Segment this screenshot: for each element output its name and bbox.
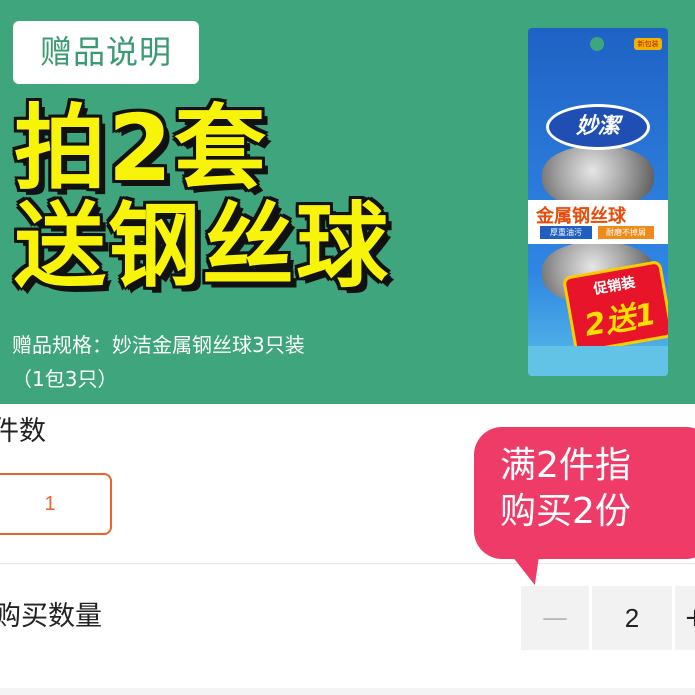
promo-headline-line1: 拍2套 — [14, 95, 269, 202]
quantity-value[interactable]: 2 — [592, 586, 672, 650]
pack-feature-tag: 耐磨不掉屑 — [598, 226, 654, 239]
decrease-button[interactable]: — — [521, 586, 589, 650]
pack-title-band: 金属钢丝球 厚重油污 耐磨不掉屑 — [528, 200, 668, 244]
section-divider — [0, 563, 695, 564]
increase-button[interactable]: + — [675, 586, 695, 650]
quantity-tooltip: 满2件指 购买2份 — [474, 427, 695, 559]
bottom-divider — [0, 688, 695, 695]
pack-title: 金属钢丝球 — [536, 206, 626, 227]
tooltip-line2: 购买2份 — [500, 491, 631, 532]
pack-feature-tag: 厚重油污 — [540, 226, 592, 239]
pack-footer — [528, 346, 668, 376]
buy-quantity-label: 购买数量 — [0, 601, 102, 632]
quantity-label: 件数 — [0, 416, 46, 447]
product-package-image: 新包装 妙潔 金属钢丝球 厚重油污 耐磨不掉屑 促销装 2送1 — [528, 28, 668, 376]
gift-banner: 赠品说明 拍2套 送钢丝球 赠品规格：妙洁金属钢丝球3只装 （1包3只） 新包装… — [0, 0, 695, 404]
gift-spec-count: （1包3只） — [12, 367, 118, 391]
brand-logo: 妙潔 — [546, 104, 650, 150]
tooltip-line1: 满2件指 — [500, 445, 631, 486]
hang-hole — [590, 37, 604, 51]
steel-ball-image — [542, 146, 654, 208]
quantity-option[interactable]: 1 — [0, 473, 112, 535]
gift-spec-text: 赠品规格：妙洁金属钢丝球3只装 — [12, 333, 305, 357]
gift-description-tag: 赠品说明 — [13, 21, 199, 84]
promo-headline-line2: 送钢丝球 — [14, 193, 391, 300]
pack-promo-burst: 促销装 2送1 — [561, 259, 668, 355]
pack-corner-badge: 新包装 — [634, 38, 662, 50]
